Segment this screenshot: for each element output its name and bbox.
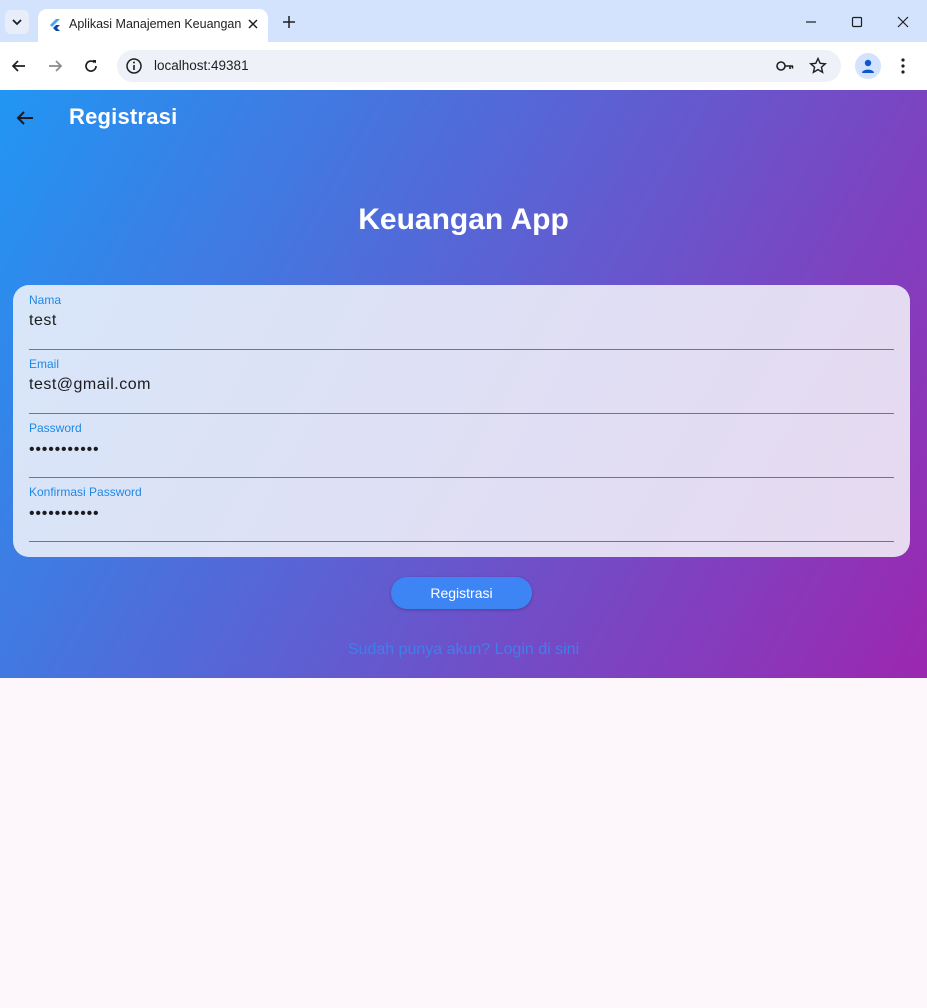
confirm-password-field-value[interactable]: ••••••••••• xyxy=(29,505,99,523)
password-field-value[interactable]: ••••••••••• xyxy=(29,441,99,459)
reload-button[interactable] xyxy=(79,54,103,78)
close-icon xyxy=(248,19,258,29)
url-text[interactable]: localhost:49381 xyxy=(154,58,249,73)
browser-toolbar: localhost:49381 xyxy=(0,42,927,91)
email-field-label: Email xyxy=(29,357,60,371)
email-field[interactable]: Email test@gmail.com xyxy=(29,349,894,414)
person-icon xyxy=(862,59,874,73)
app-bar: Registrasi xyxy=(0,90,927,146)
back-button[interactable] xyxy=(7,54,31,78)
name-field-label: Nama xyxy=(29,293,62,307)
tab-search-button[interactable] xyxy=(5,10,29,34)
name-field-value[interactable]: test xyxy=(29,312,57,330)
name-field[interactable]: Nama test xyxy=(29,285,894,350)
arrow-left-icon xyxy=(11,60,25,72)
email-field-value[interactable]: test@gmail.com xyxy=(29,376,151,394)
reload-icon xyxy=(85,60,97,72)
maximize-button[interactable] xyxy=(845,10,869,34)
confirm-password-field-label: Konfirmasi Password xyxy=(29,485,142,499)
flutter-icon xyxy=(50,19,60,31)
bookmark-star-icon[interactable] xyxy=(809,57,827,75)
minimize-icon xyxy=(806,21,816,23)
profile-avatar[interactable] xyxy=(855,53,881,79)
browser-tabstrip: Aplikasi Manajemen Keuangan xyxy=(0,0,927,42)
tab-title: Aplikasi Manajemen Keuangan xyxy=(69,17,242,31)
close-icon xyxy=(897,16,909,28)
confirm-password-field[interactable]: Konfirmasi Password ••••••••••• xyxy=(29,477,894,542)
browser-menu-button[interactable] xyxy=(893,54,913,78)
registration-form-card: Nama test Email test@gmail.com Password … xyxy=(13,285,910,557)
plus-icon xyxy=(283,16,295,28)
arrow-back-icon[interactable] xyxy=(13,106,37,130)
browser-tab[interactable]: Aplikasi Manajemen Keuangan xyxy=(38,9,268,42)
login-link[interactable]: Sudah punya akun? Login di sini xyxy=(0,641,927,659)
more-vert-icon xyxy=(901,58,905,74)
register-button[interactable]: Registrasi xyxy=(391,577,532,609)
password-key-icon[interactable] xyxy=(775,58,795,74)
address-bar[interactable]: localhost:49381 xyxy=(117,50,841,82)
app-heading: Keuangan App xyxy=(358,203,569,236)
page-background xyxy=(0,678,927,1008)
appbar-title: Registrasi xyxy=(69,104,178,129)
site-info-icon[interactable] xyxy=(125,57,143,75)
new-tab-button[interactable] xyxy=(279,12,299,32)
password-field-label: Password xyxy=(29,421,82,435)
minimize-button[interactable] xyxy=(799,10,823,34)
arrow-right-icon xyxy=(49,60,63,72)
tab-close-button[interactable] xyxy=(245,16,261,32)
password-field[interactable]: Password ••••••••••• xyxy=(29,413,894,478)
window-close-button[interactable] xyxy=(891,10,915,34)
maximize-icon xyxy=(851,16,863,28)
register-screen: Registrasi Keuangan App Nama test Email … xyxy=(0,90,927,678)
forward-button[interactable] xyxy=(43,54,67,78)
chevron-down-icon xyxy=(12,19,22,26)
